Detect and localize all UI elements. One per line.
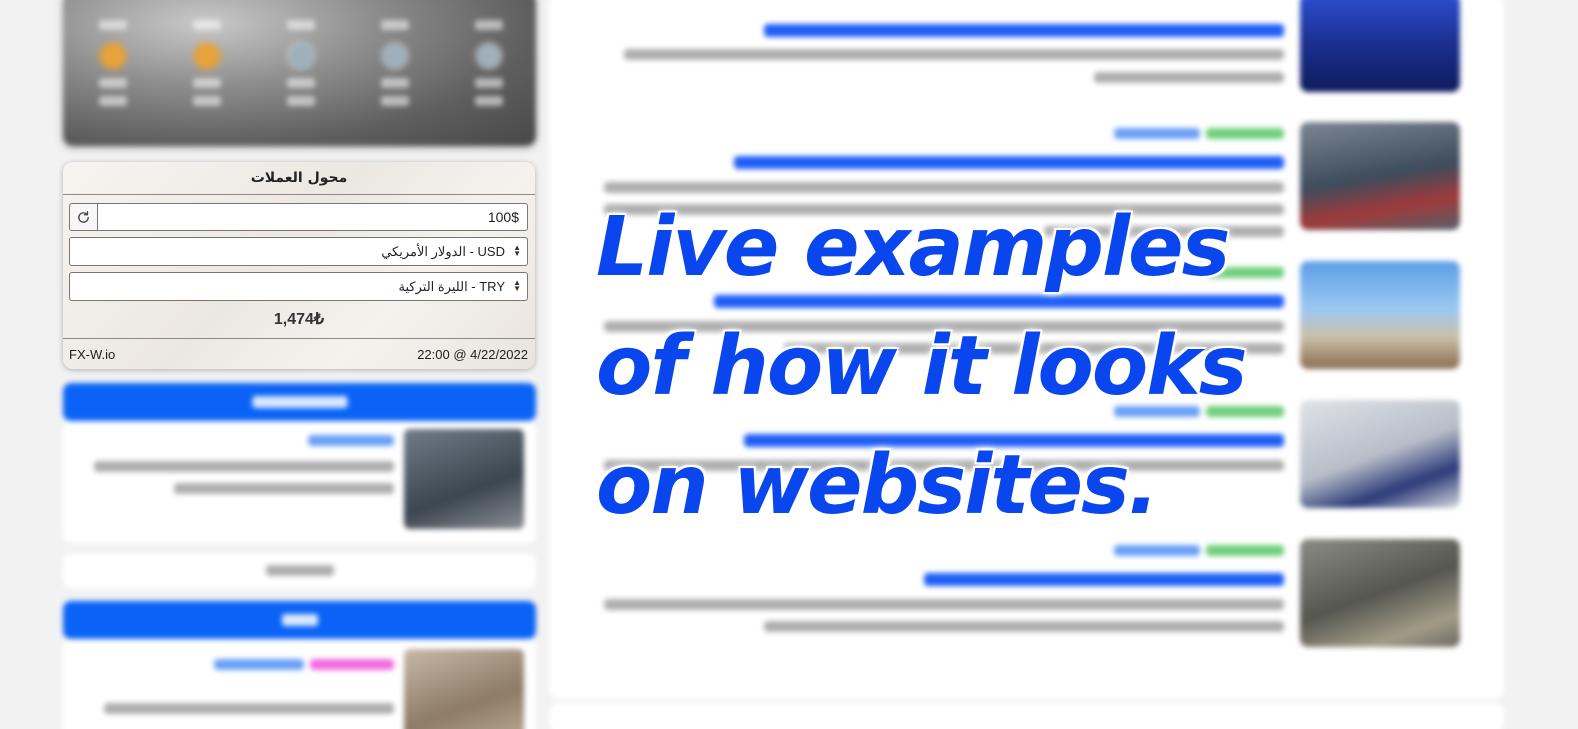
cloud-icon (383, 44, 407, 68)
headline-line-3: on websites. (596, 438, 1159, 533)
updown-arrows-icon: ▲ ▼ (513, 243, 521, 258)
refresh-icon (78, 210, 89, 223)
converter-title: محول العملات (63, 162, 535, 195)
cloud-icon (477, 44, 501, 68)
from-currency-value: USD - الدولار الأمريكي (381, 244, 505, 259)
promo-headline: Live examples of how it looks on website… (596, 188, 1256, 545)
amount-input[interactable]: 100$ (97, 203, 528, 231)
section-header[interactable] (63, 601, 536, 639)
list-item[interactable] (549, 0, 1504, 114)
bottom-panel (549, 703, 1504, 729)
headline-line-1: Live examples (596, 200, 1230, 295)
to-currency-row: ▲ ▼ TRY - الليرة التركية (69, 272, 528, 301)
to-currency-value: TRY - الليرة التركية (398, 279, 505, 294)
news-thumbnail[interactable] (404, 429, 524, 529)
weather-widget (63, 0, 536, 146)
converter-footer: FX-W.io 22:00 @ 4/22/2022 (63, 338, 535, 369)
rate-timestamp: 22:00 @ 4/22/2022 (417, 347, 528, 362)
news-thumbnail[interactable] (404, 649, 524, 729)
to-currency-select[interactable]: ▲ ▼ TRY - الليرة التركية (69, 272, 528, 301)
more-link[interactable] (63, 554, 536, 588)
from-currency-row: ▲ ▼ USD - الدولار الأمريكي (69, 237, 528, 266)
sun-icon (195, 44, 219, 68)
list-item[interactable] (549, 539, 1504, 659)
cloud-icon (289, 44, 313, 68)
updown-arrows-icon: ▲ ▼ (513, 278, 521, 293)
sun-icon (101, 44, 125, 68)
amount-row: 100$ (69, 203, 528, 231)
section-header[interactable] (63, 383, 536, 421)
conversion-result: 1,474₺ (273, 311, 325, 328)
news-card[interactable] (63, 639, 536, 729)
refresh-button[interactable] (69, 203, 98, 231)
amount-value: 100$ (487, 209, 519, 225)
currency-converter-widget: محول العملات 100$ ▲ ▼ USD - الدولار الأمر… (63, 162, 535, 369)
news-card[interactable] (63, 421, 536, 543)
headline-line-2: of how it looks (596, 319, 1248, 414)
brand-link[interactable]: FX-W.io (69, 347, 115, 362)
from-currency-select[interactable]: ▲ ▼ USD - الدولار الأمريكي (69, 237, 528, 266)
